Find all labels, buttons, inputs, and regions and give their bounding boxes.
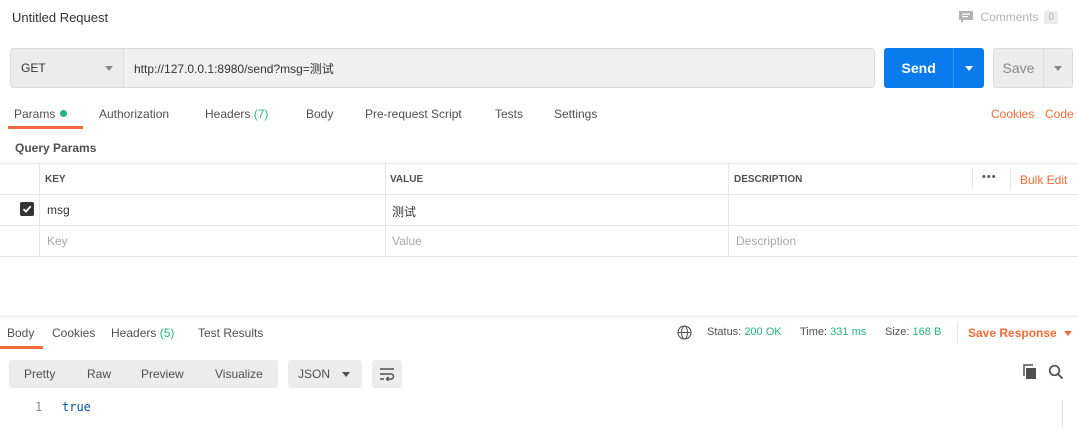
tab-headers-count: (7): [253, 107, 269, 121]
send-button-group: Send: [884, 48, 984, 88]
response-body-line[interactable]: true: [62, 400, 91, 414]
response-tab-headers-label: Headers: [111, 326, 157, 340]
wrap-lines-button[interactable]: [372, 360, 402, 388]
save-button[interactable]: Save: [994, 49, 1043, 87]
scrollbar[interactable]: [1062, 400, 1063, 428]
time-value: 331 ms: [830, 326, 867, 338]
column-divider: [385, 163, 386, 257]
tab-params-label: Params: [14, 107, 56, 121]
cookies-link[interactable]: Cookies: [991, 107, 1034, 121]
tab-authorization[interactable]: Authorization: [99, 107, 169, 121]
new-key-input[interactable]: Key: [47, 234, 68, 248]
response-status: Status: 200 OK: [707, 326, 782, 338]
tab-headers-label: Headers: [205, 107, 251, 121]
time-label: Time:: [800, 326, 828, 338]
view-pretty[interactable]: Pretty: [24, 367, 55, 381]
status-value: 200 OK: [744, 326, 782, 338]
wrap-icon: [380, 368, 395, 381]
method-label: GET: [21, 61, 46, 75]
table-border: [0, 256, 1078, 257]
new-description-input[interactable]: Description: [736, 234, 796, 248]
save-response-label: Save Response: [968, 326, 1057, 340]
copy-icon[interactable]: [1022, 364, 1038, 383]
active-tab-underline: [8, 126, 83, 129]
comments-button[interactable]: Comments 0: [958, 10, 1058, 24]
more-options-icon[interactable]: •••: [982, 171, 997, 183]
url-text: http://127.0.0.1:8980/send?msg=测试: [134, 61, 334, 76]
column-divider: [728, 163, 729, 257]
param-key-cell[interactable]: msg: [47, 203, 70, 217]
save-options-dropdown[interactable]: [1043, 49, 1072, 87]
line-number: 1: [35, 400, 43, 414]
tab-prerequest-script[interactable]: Pre-request Script: [365, 107, 462, 121]
column-divider: [1010, 168, 1011, 190]
comments-label: Comments: [980, 10, 1039, 24]
response-tab-body[interactable]: Body: [7, 326, 34, 340]
status-label: Status:: [707, 326, 742, 338]
response-time[interactable]: Time: 331 ms: [800, 326, 866, 338]
send-button[interactable]: Send: [884, 48, 953, 88]
response-tab-test-results[interactable]: Test Results: [198, 326, 263, 340]
tab-body[interactable]: Body: [306, 107, 333, 121]
query-params-title: Query Params: [15, 141, 97, 155]
column-header-value: VALUE: [390, 174, 424, 185]
method-select[interactable]: GET: [10, 48, 124, 88]
tab-settings[interactable]: Settings: [554, 107, 597, 121]
chevron-down-icon: [105, 65, 113, 71]
view-raw[interactable]: Raw: [87, 367, 111, 381]
response-tab-headers-count: (5): [159, 326, 175, 340]
response-tab-underline: [0, 346, 43, 349]
table-border: [0, 163, 1078, 164]
url-input[interactable]: http://127.0.0.1:8980/send?msg=测试: [124, 48, 875, 88]
chevron-down-icon: [1063, 330, 1072, 336]
table-border: [0, 225, 1078, 226]
response-size[interactable]: Size: 168 B: [885, 326, 941, 338]
format-select[interactable]: JSON: [288, 360, 362, 388]
column-header-description: DESCRIPTION: [734, 174, 803, 185]
tab-tests[interactable]: Tests: [495, 107, 523, 121]
active-dot-icon: [60, 110, 68, 117]
chevron-down-icon: [965, 65, 974, 71]
comment-icon: [959, 11, 974, 23]
view-visualize[interactable]: Visualize: [215, 367, 263, 381]
response-tab-headers[interactable]: Headers (5): [111, 326, 174, 340]
search-icon[interactable]: [1048, 364, 1064, 383]
checkmark-icon: [22, 205, 32, 213]
send-options-dropdown[interactable]: [953, 48, 984, 88]
format-label: JSON: [298, 367, 331, 381]
new-value-input[interactable]: Value: [392, 234, 422, 248]
response-divider: [0, 316, 1078, 317]
param-enabled-checkbox[interactable]: [20, 202, 34, 216]
globe-icon[interactable]: [677, 325, 692, 343]
divider: [957, 322, 958, 344]
table-border: [0, 194, 1078, 195]
tab-headers[interactable]: Headers (7): [205, 107, 268, 121]
save-button-group: Save: [993, 48, 1073, 88]
chevron-down-icon: [342, 371, 350, 377]
bulk-edit-link[interactable]: Bulk Edit: [1020, 173, 1067, 187]
column-divider: [39, 163, 40, 257]
tab-params[interactable]: Params: [14, 107, 68, 121]
column-header-key: KEY: [45, 174, 66, 185]
size-label: Size:: [885, 326, 910, 338]
chevron-down-icon: [1054, 65, 1062, 71]
param-value-cell[interactable]: 测试: [392, 203, 416, 220]
view-preview[interactable]: Preview: [141, 367, 184, 381]
size-value: 168 B: [912, 326, 942, 338]
column-divider: [972, 168, 973, 190]
code-link[interactable]: Code: [1045, 107, 1074, 121]
save-response-button[interactable]: Save Response: [968, 326, 1072, 340]
request-title[interactable]: Untitled Request: [12, 10, 108, 25]
comments-count: 0: [1044, 10, 1058, 24]
response-tab-cookies[interactable]: Cookies: [52, 326, 95, 340]
